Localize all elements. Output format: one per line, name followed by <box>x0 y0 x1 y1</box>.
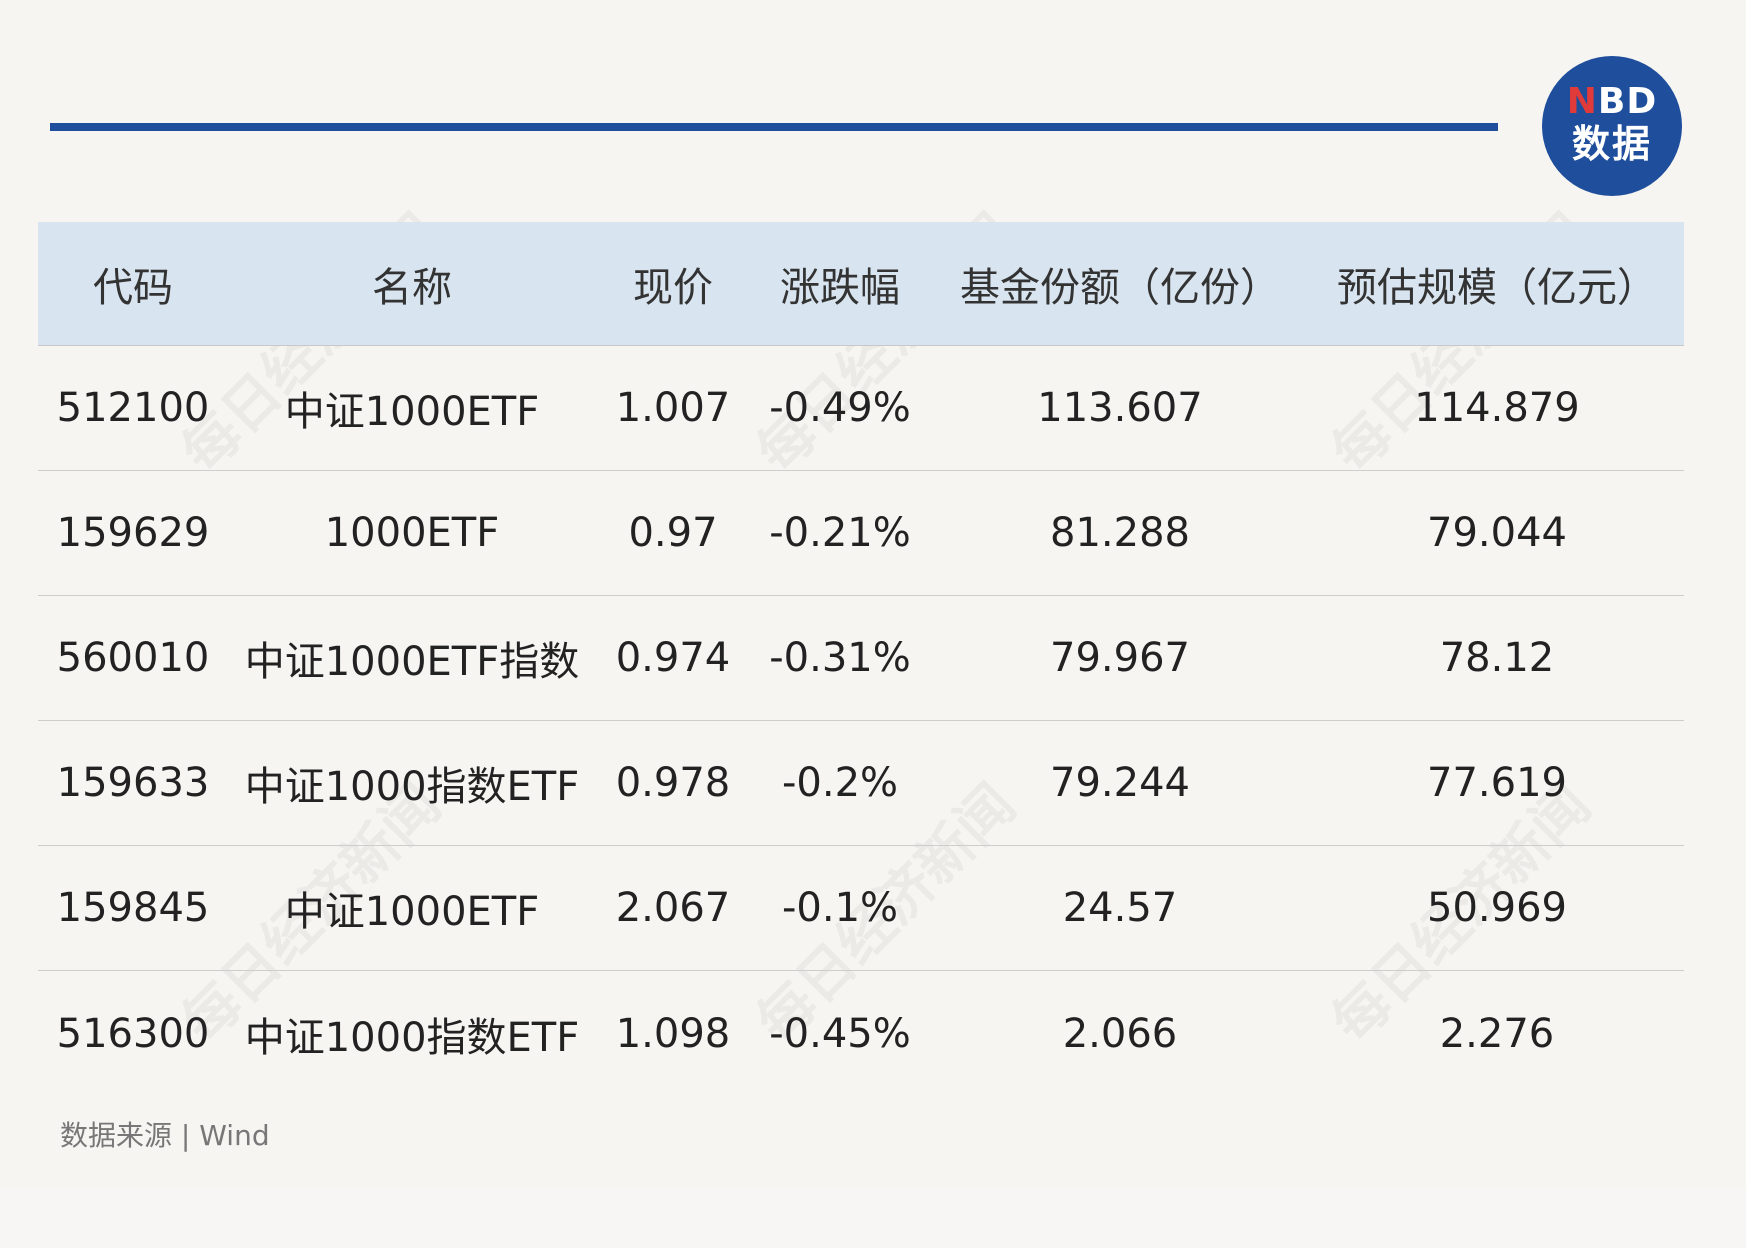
table-row: 512100 中证1000ETF 1.007 -0.49% 113.607 11… <box>38 346 1684 471</box>
cell-code: 159629 <box>56 510 210 556</box>
cell-price: 1.098 <box>615 1010 731 1057</box>
cell-shares: 2.066 <box>1062 1010 1178 1057</box>
cell-scale: 78.12 <box>1439 635 1555 681</box>
page: 每日经济新闻 每日经济新闻 每日经济新闻 每日经济新闻 每日经济新闻 每日经济新… <box>0 0 1746 1248</box>
cell-shares: 79.967 <box>1050 635 1190 681</box>
cell-shares: 24.57 <box>1062 885 1178 931</box>
cell-change: -0.45% <box>769 1010 911 1057</box>
header-price: 现价 <box>633 264 713 311</box>
cell-name: 中证1000ETF <box>284 389 540 435</box>
logo-letter-n: N <box>1566 81 1598 122</box>
table-row: 159629 1000ETF 0.97 -0.21% 81.288 79.044 <box>38 471 1684 596</box>
cell-code: 512100 <box>56 385 210 431</box>
cell-name: 中证1000ETF <box>284 889 540 935</box>
logo-text-line1: NBD <box>1542 82 1682 122</box>
cell-name: 中证1000指数ETF <box>244 1014 580 1061</box>
cell-shares: 79.244 <box>1050 760 1190 806</box>
table-row: 159845 中证1000ETF 2.067 -0.1% 24.57 50.96… <box>38 846 1684 971</box>
cell-price: 0.974 <box>615 635 731 681</box>
table-row: 560010 中证1000ETF指数 0.974 -0.31% 79.967 7… <box>38 596 1684 721</box>
header-change: 涨跌幅 <box>780 264 900 311</box>
table-header: 代码 名称 现价 涨跌幅 基金份额（亿份） 预估规模（亿元） <box>38 222 1684 346</box>
logo-text-line2: 数据 <box>1571 122 1652 166</box>
header-code: 代码 <box>93 264 173 311</box>
table-row: 516300 中证1000指数ETF 1.098 -0.45% 2.066 2.… <box>38 971 1684 1096</box>
cell-change: -0.49% <box>769 385 911 431</box>
header-shares: 基金份额（亿份） <box>960 264 1280 311</box>
cell-price: 0.97 <box>628 510 718 556</box>
cell-name: 1000ETF <box>324 510 500 556</box>
cell-code: 516300 <box>56 1010 210 1057</box>
cell-scale: 50.969 <box>1427 885 1567 931</box>
cell-change: -0.2% <box>781 760 899 806</box>
nbd-logo: NBD 数据 <box>1542 56 1682 196</box>
cell-name: 中证1000指数ETF <box>244 764 580 810</box>
cell-scale: 114.879 <box>1414 385 1580 431</box>
cell-code: 159633 <box>56 760 210 806</box>
cell-scale: 77.619 <box>1427 760 1567 806</box>
header-scale: 预估规模（亿元） <box>1337 264 1657 311</box>
cell-code: 560010 <box>56 635 210 681</box>
fund-table: 代码 名称 现价 涨跌幅 基金份额（亿份） 预估规模（亿元） 512100 中证… <box>38 222 1684 1096</box>
cell-change: -0.31% <box>769 635 911 681</box>
cell-shares: 81.288 <box>1050 510 1190 556</box>
data-source-note: 数据来源 | Wind <box>60 1119 270 1152</box>
table-row: 159633 中证1000指数ETF 0.978 -0.2% 79.244 77… <box>38 721 1684 846</box>
cell-price: 1.007 <box>615 385 731 431</box>
cell-price: 0.978 <box>615 760 731 806</box>
cell-shares: 113.607 <box>1037 385 1203 431</box>
cell-name: 中证1000ETF指数 <box>244 639 580 685</box>
title-rule <box>50 123 1498 131</box>
cell-scale: 2.276 <box>1439 1010 1555 1057</box>
header-name: 名称 <box>372 264 452 311</box>
logo-letters-bd: BD <box>1597 81 1658 122</box>
cell-scale: 79.044 <box>1427 510 1567 556</box>
bottom-strip <box>0 1188 1746 1248</box>
cell-price: 2.067 <box>615 885 731 931</box>
cell-change: -0.21% <box>769 510 911 556</box>
cell-code: 159845 <box>56 885 210 931</box>
cell-change: -0.1% <box>781 885 899 931</box>
